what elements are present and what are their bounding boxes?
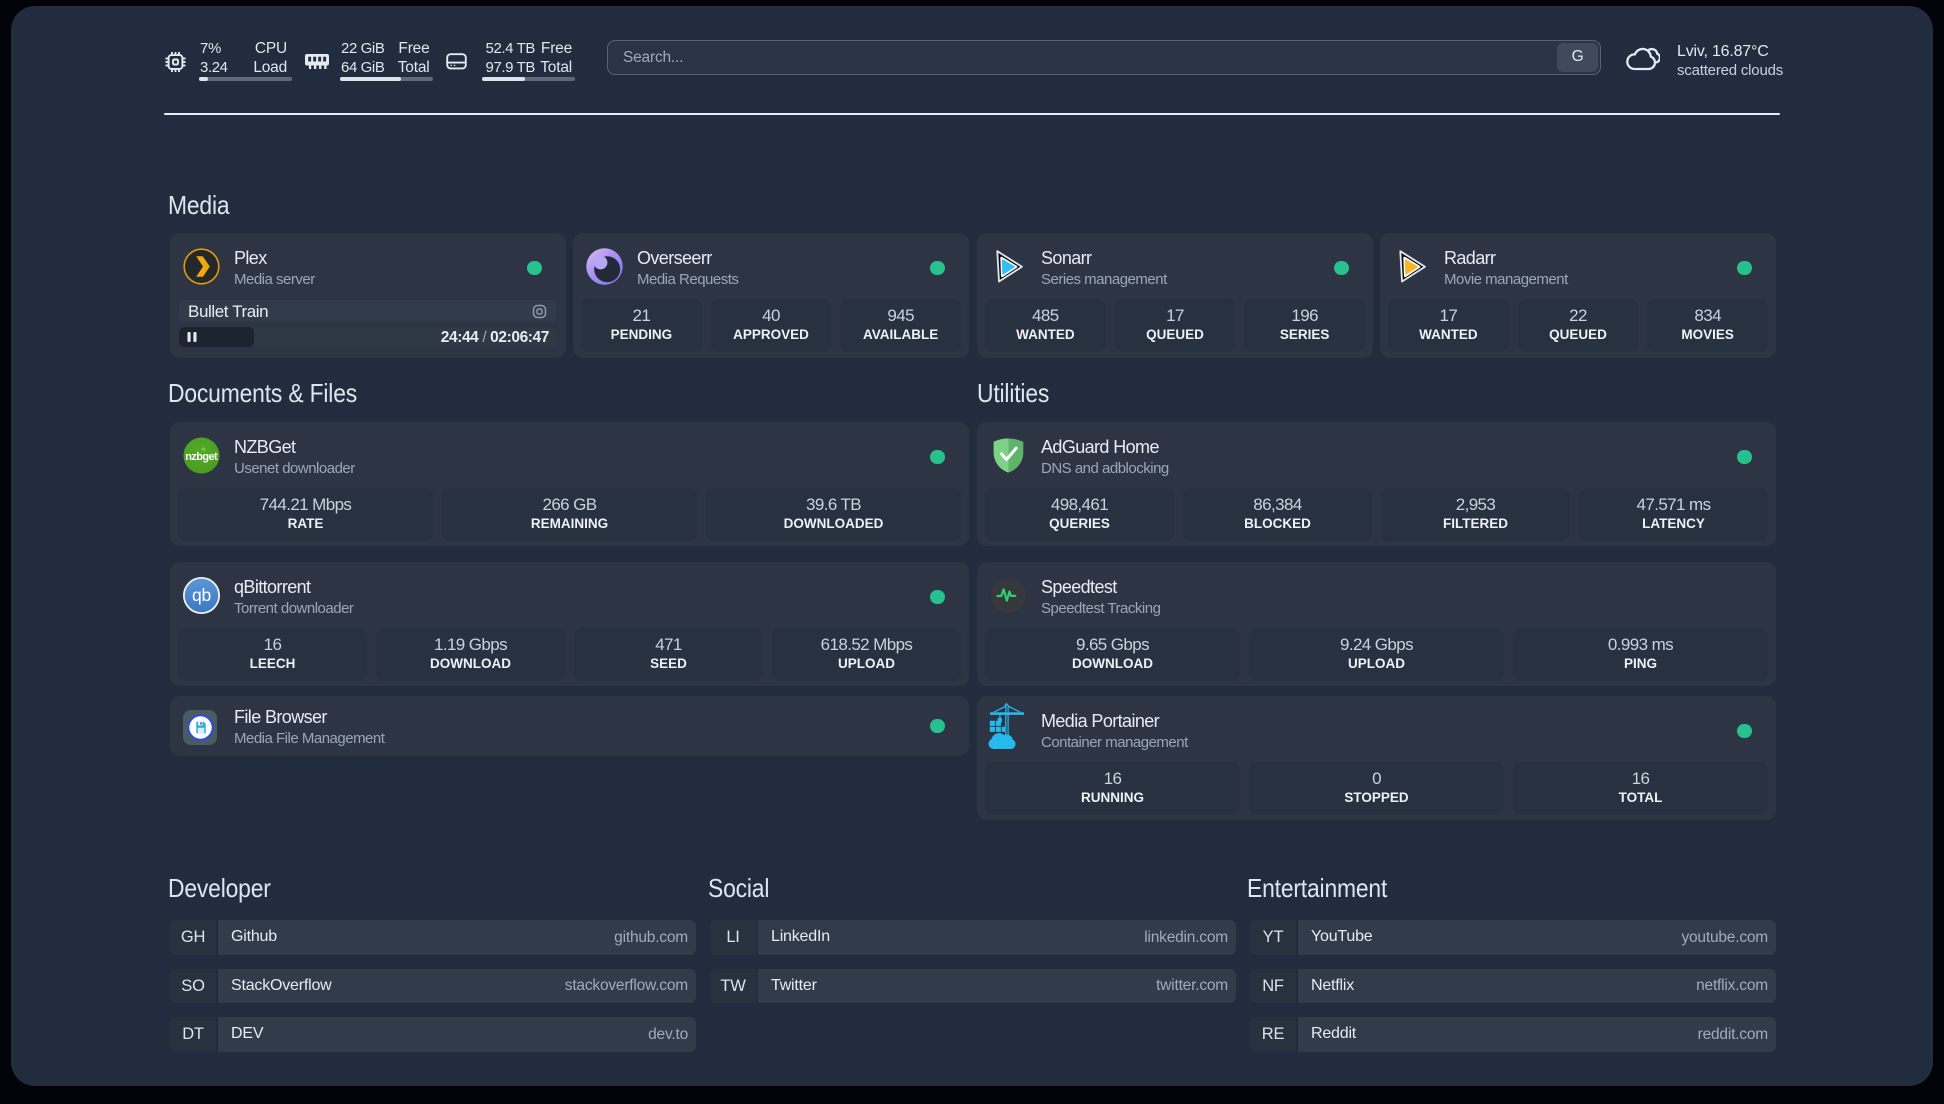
svg-text:qb: qb [192, 585, 211, 605]
svg-text:nzbget: nzbget [185, 451, 218, 463]
